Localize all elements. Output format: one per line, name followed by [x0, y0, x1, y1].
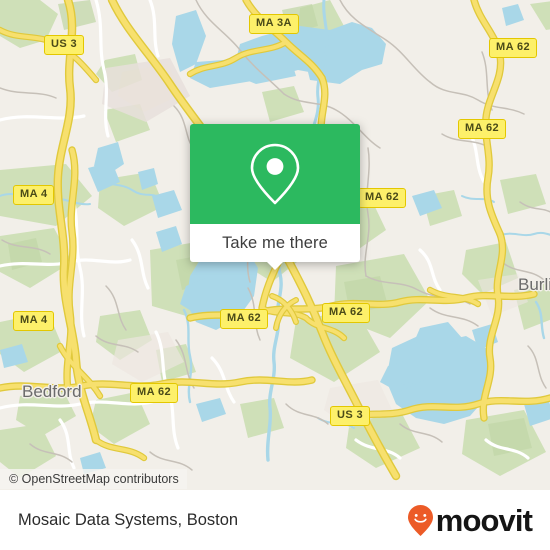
road-shield[interactable]: MA 4 [13, 185, 55, 205]
popup-icon-panel [190, 124, 360, 224]
location-popup-card[interactable]: Take me there [190, 124, 360, 270]
take-me-there-label: Take me there [222, 233, 328, 252]
road-shield[interactable]: MA 62 [322, 303, 370, 323]
moovit-pin-icon [407, 504, 433, 536]
location-pin-icon [250, 143, 300, 205]
road-shield[interactable]: US 3 [44, 35, 85, 55]
road-shield[interactable]: MA 62 [458, 119, 506, 139]
road-shield[interactable]: MA 62 [130, 383, 178, 403]
road-shield[interactable]: MA 62 [358, 188, 406, 208]
road-shield[interactable]: MA 62 [220, 309, 268, 329]
place-label-bedford: Bedford [22, 382, 82, 401]
footer-bar: Mosaic Data Systems, Boston moovit [0, 490, 550, 550]
popup-pointer-tip [266, 261, 284, 270]
road-shield[interactable]: MA 3A [249, 14, 299, 34]
map-attribution[interactable]: © OpenStreetMap contributors [0, 469, 187, 489]
popup-action-bar[interactable]: Take me there [190, 224, 360, 270]
road-shield[interactable]: MA 62 [489, 38, 537, 58]
moovit-wordmark: moovit [435, 502, 533, 538]
map-screenshot: US 3 MA 3A MA 62 MA 62 MA 4 MA 62 MA 4 M… [0, 0, 550, 550]
road-shield[interactable]: US 3 [330, 406, 371, 426]
moovit-brand[interactable]: moovit [407, 502, 533, 538]
place-label-burlington: Burlin [518, 275, 550, 294]
location-title: Mosaic Data Systems, Boston [18, 510, 239, 529]
road-shield[interactable]: MA 4 [13, 311, 55, 331]
